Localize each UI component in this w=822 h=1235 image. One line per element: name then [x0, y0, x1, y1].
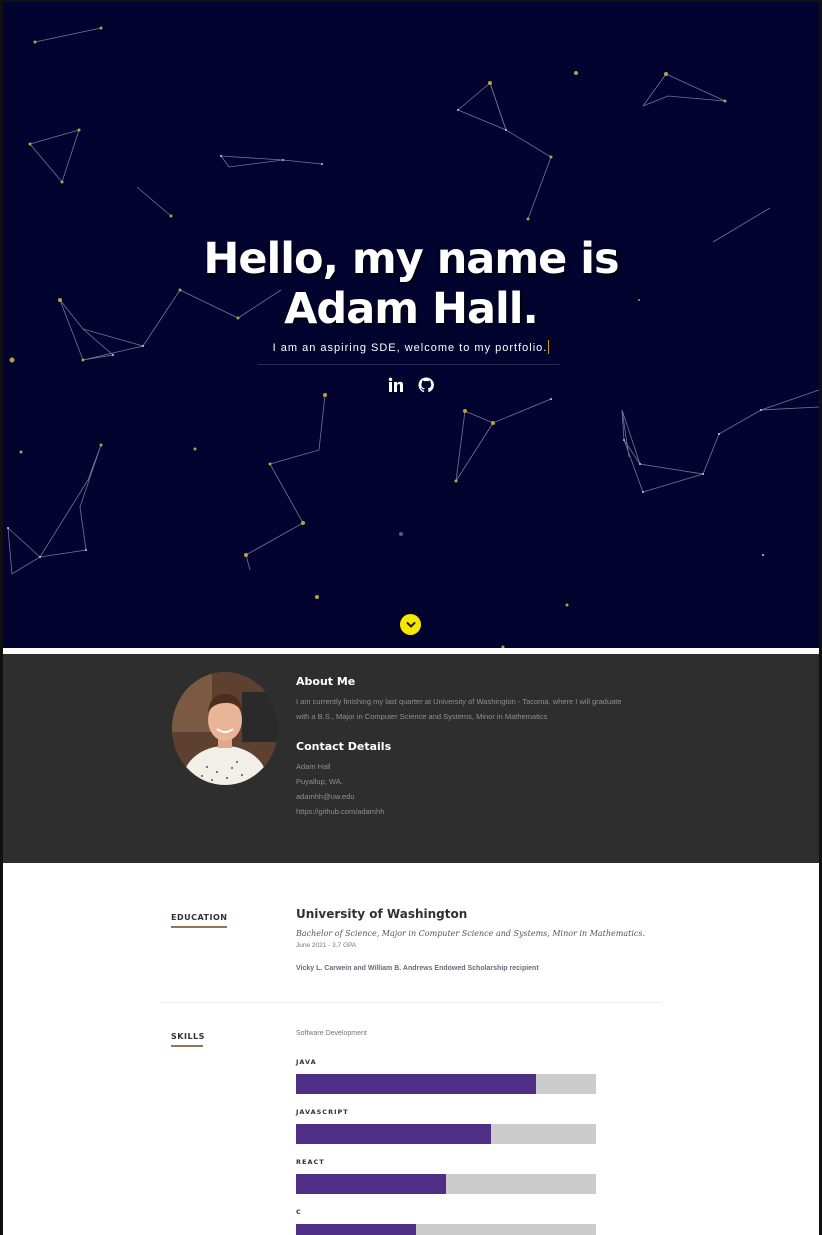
skill-name-react: REACT	[296, 1158, 325, 1166]
contact-email[interactable]: adamhh@uw.edu	[296, 792, 355, 801]
skill-name-c: C	[296, 1208, 302, 1216]
chevron-down-icon	[406, 621, 415, 628]
skill-name-java: JAVA	[296, 1058, 317, 1066]
hero-divider	[258, 364, 560, 365]
hero-subtitle-text: I am an aspiring SDE, welcome to my port…	[272, 342, 548, 354]
contact-location: Puyallup, WA.	[296, 777, 343, 786]
github-icon[interactable]	[418, 377, 435, 393]
scholarship-award: Vicky L. Carwein and William B. Andrews …	[296, 965, 539, 972]
hero-heading: Hello, my name is Adam Hall.	[3, 234, 819, 334]
skills-label-text: SKILLS	[171, 1032, 205, 1041]
page: Hello, my name is Adam Hall. I am an asp…	[3, 2, 819, 1235]
resume-section: EDUCATION University of Washington Bache…	[3, 863, 819, 1235]
social-links	[3, 376, 819, 394]
about-heading: About Me	[296, 675, 356, 688]
linkedin-icon[interactable]	[388, 377, 404, 393]
skill-bar-fill	[296, 1174, 446, 1194]
skill-bar-fill	[296, 1124, 491, 1144]
hero-section: Hello, my name is Adam Hall. I am an asp…	[3, 2, 819, 648]
about-section: About Me I am currently finishing my las…	[3, 654, 819, 863]
typing-cursor	[548, 340, 550, 354]
hero-subtitle: I am an aspiring SDE, welcome to my port…	[3, 340, 819, 354]
skill-bar-c	[296, 1224, 596, 1235]
skill-bar-javascript	[296, 1124, 596, 1144]
contact-name: Adam Hall	[296, 762, 331, 771]
education-label-text: EDUCATION	[171, 913, 228, 922]
scroll-down-button[interactable]	[400, 614, 421, 635]
hero-heading-line2: Adam Hall.	[284, 284, 539, 334]
degree: Bachelor of Science, Major in Computer S…	[296, 929, 646, 938]
skills-label: SKILLS	[171, 1032, 205, 1047]
education-label: EDUCATION	[171, 913, 228, 928]
skills-intro: Software Development	[296, 1030, 367, 1037]
about-bio-line2: with a B.S., Major in Computer Science a…	[296, 712, 548, 721]
skill-name-javascript: JAVASCRIPT	[296, 1108, 349, 1116]
skill-bar-fill	[296, 1224, 416, 1235]
skill-bar-react	[296, 1174, 596, 1194]
profile-photo	[172, 672, 278, 785]
skills-label-underline	[171, 1045, 203, 1047]
skill-bar-java	[296, 1074, 596, 1094]
section-divider	[161, 1002, 661, 1003]
skill-bar-fill	[296, 1074, 536, 1094]
education-label-underline	[171, 926, 227, 928]
school-name: University of Washington	[296, 907, 468, 921]
contact-github-link[interactable]: https://github.com/adamhh	[296, 807, 384, 816]
about-bio-line1: I am currently finishing my last quarter…	[296, 697, 622, 706]
contact-heading: Contact Details	[296, 740, 392, 753]
graduation-info: June 2021 - 3.7 GPA	[296, 942, 357, 949]
hero-heading-line1: Hello, my name is	[203, 234, 619, 284]
